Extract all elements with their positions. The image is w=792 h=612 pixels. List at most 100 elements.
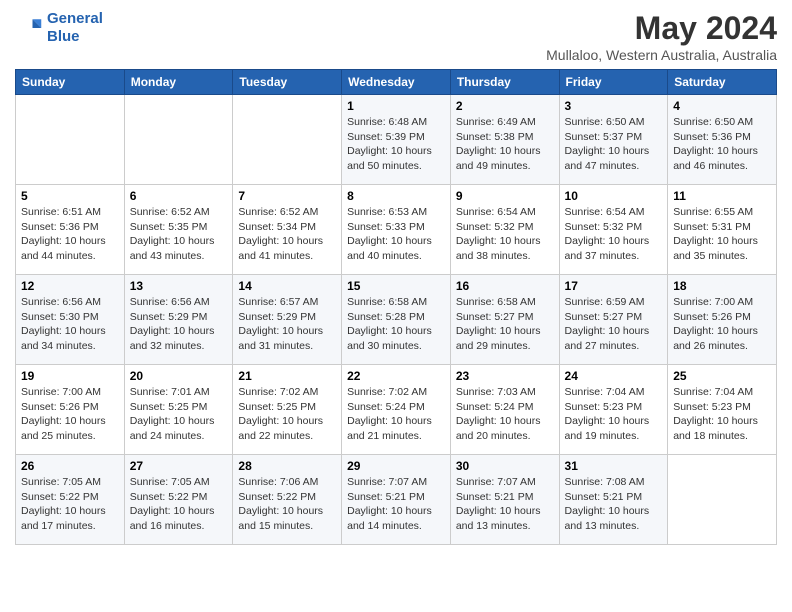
day-info: Sunrise: 7:00 AMSunset: 5:26 PMDaylight:…: [21, 385, 119, 444]
day-number: 8: [347, 189, 445, 203]
calendar-day-cell: 24 Sunrise: 7:04 AMSunset: 5:23 PMDayligh…: [559, 365, 668, 455]
day-number: 13: [130, 279, 228, 293]
logo: General Blue: [15, 10, 103, 46]
logo-icon: [15, 14, 43, 42]
day-info: Sunrise: 7:05 AMSunset: 5:22 PMDaylight:…: [21, 475, 119, 534]
day-number: 7: [238, 189, 336, 203]
calendar-day-cell: 15 Sunrise: 6:58 AMSunset: 5:28 PMDayligh…: [342, 275, 451, 365]
day-number: 3: [565, 99, 663, 113]
calendar-day-cell: 12 Sunrise: 6:56 AMSunset: 5:30 PMDayligh…: [16, 275, 125, 365]
calendar-day-cell: 14 Sunrise: 6:57 AMSunset: 5:29 PMDayligh…: [233, 275, 342, 365]
calendar-day-cell: 18 Sunrise: 7:00 AMSunset: 5:26 PMDayligh…: [668, 275, 777, 365]
calendar-day-cell: 29Sunrise: 7:07 AMSunset: 5:21 PMDayligh…: [342, 455, 451, 545]
day-info: Sunrise: 7:04 AMSunset: 5:23 PMDaylight:…: [565, 385, 663, 444]
day-info: Sunrise: 6:50 AMSunset: 5:36 PMDaylight:…: [673, 115, 771, 174]
calendar-day-cell: 5 Sunrise: 6:51 AMSunset: 5:36 PMDaylight…: [16, 185, 125, 275]
day-number: 27: [130, 459, 228, 473]
calendar-week-row: 26Sunrise: 7:05 AMSunset: 5:22 PMDayligh…: [16, 455, 777, 545]
calendar-day-cell: 19 Sunrise: 7:00 AMSunset: 5:26 PMDayligh…: [16, 365, 125, 455]
calendar-week-row: 12 Sunrise: 6:56 AMSunset: 5:30 PMDayligh…: [16, 275, 777, 365]
calendar-day-cell: 4 Sunrise: 6:50 AMSunset: 5:36 PMDaylight…: [668, 95, 777, 185]
day-of-week-header: Tuesday: [233, 70, 342, 95]
calendar-day-cell: 16 Sunrise: 6:58 AMSunset: 5:27 PMDayligh…: [450, 275, 559, 365]
day-number: 4: [673, 99, 771, 113]
day-info: Sunrise: 7:07 AMSunset: 5:21 PMDaylight:…: [347, 475, 445, 534]
day-info: Sunrise: 6:58 AMSunset: 5:28 PMDaylight:…: [347, 295, 445, 354]
day-number: 11: [673, 189, 771, 203]
day-number: 1: [347, 99, 445, 113]
day-info: Sunrise: 6:54 AMSunset: 5:32 PMDaylight:…: [565, 205, 663, 264]
calendar-day-cell: 9Sunrise: 6:54 AMSunset: 5:32 PMDaylight…: [450, 185, 559, 275]
day-number: 20: [130, 369, 228, 383]
day-info: Sunrise: 7:00 AMSunset: 5:26 PMDaylight:…: [673, 295, 771, 354]
day-number: 21: [238, 369, 336, 383]
calendar-day-cell: 2Sunrise: 6:49 AMSunset: 5:38 PMDaylight…: [450, 95, 559, 185]
day-of-week-header: Friday: [559, 70, 668, 95]
day-number: 14: [238, 279, 336, 293]
day-info: Sunrise: 7:03 AMSunset: 5:24 PMDaylight:…: [456, 385, 554, 444]
day-of-week-header: Saturday: [668, 70, 777, 95]
day-info: Sunrise: 6:56 AMSunset: 5:29 PMDaylight:…: [130, 295, 228, 354]
day-info: Sunrise: 6:55 AMSunset: 5:31 PMDaylight:…: [673, 205, 771, 264]
calendar-day-cell: 10 Sunrise: 6:54 AMSunset: 5:32 PMDayligh…: [559, 185, 668, 275]
day-info: Sunrise: 7:05 AMSunset: 5:22 PMDaylight:…: [130, 475, 228, 534]
calendar-day-cell: 23 Sunrise: 7:03 AMSunset: 5:24 PMDayligh…: [450, 365, 559, 455]
day-number: 22: [347, 369, 445, 383]
page-header: General Blue May 2024 Mullaloo, Western …: [15, 10, 777, 63]
calendar-day-cell: 6 Sunrise: 6:52 AMSunset: 5:35 PMDaylight…: [124, 185, 233, 275]
calendar-week-row: 5 Sunrise: 6:51 AMSunset: 5:36 PMDaylight…: [16, 185, 777, 275]
day-info: Sunrise: 6:50 AMSunset: 5:37 PMDaylight:…: [565, 115, 663, 174]
day-info: Sunrise: 6:58 AMSunset: 5:27 PMDaylight:…: [456, 295, 554, 354]
day-info: Sunrise: 7:02 AMSunset: 5:25 PMDaylight:…: [238, 385, 336, 444]
day-info: Sunrise: 7:06 AMSunset: 5:22 PMDaylight:…: [238, 475, 336, 534]
location: Mullaloo, Western Australia, Australia: [546, 47, 777, 63]
day-of-week-header: Thursday: [450, 70, 559, 95]
day-info: Sunrise: 6:53 AMSunset: 5:33 PMDaylight:…: [347, 205, 445, 264]
day-of-week-header: Wednesday: [342, 70, 451, 95]
day-of-week-header: Sunday: [16, 70, 125, 95]
day-info: Sunrise: 6:48 AMSunset: 5:39 PMDaylight:…: [347, 115, 445, 174]
day-info: Sunrise: 6:59 AMSunset: 5:27 PMDaylight:…: [565, 295, 663, 354]
day-number: 16: [456, 279, 554, 293]
day-info: Sunrise: 6:52 AMSunset: 5:35 PMDaylight:…: [130, 205, 228, 264]
day-info: Sunrise: 6:56 AMSunset: 5:30 PMDaylight:…: [21, 295, 119, 354]
calendar-day-cell: 17Sunrise: 6:59 AMSunset: 5:27 PMDayligh…: [559, 275, 668, 365]
day-number: 23: [456, 369, 554, 383]
day-number: 5: [21, 189, 119, 203]
calendar-day-cell: 21 Sunrise: 7:02 AMSunset: 5:25 PMDayligh…: [233, 365, 342, 455]
day-number: 6: [130, 189, 228, 203]
day-number: 18: [673, 279, 771, 293]
day-number: 15: [347, 279, 445, 293]
day-number: 10: [565, 189, 663, 203]
calendar-day-cell: 1 Sunrise: 6:48 AMSunset: 5:39 PMDaylight…: [342, 95, 451, 185]
day-info: Sunrise: 7:01 AMSunset: 5:25 PMDaylight:…: [130, 385, 228, 444]
calendar-day-cell: 27 Sunrise: 7:05 AMSunset: 5:22 PMDayligh…: [124, 455, 233, 545]
day-info: Sunrise: 7:02 AMSunset: 5:24 PMDaylight:…: [347, 385, 445, 444]
calendar-day-cell: 13 Sunrise: 6:56 AMSunset: 5:29 PMDayligh…: [124, 275, 233, 365]
day-info: Sunrise: 7:08 AMSunset: 5:21 PMDaylight:…: [565, 475, 663, 534]
day-number: 12: [21, 279, 119, 293]
calendar-day-cell: 31Sunrise: 7:08 AMSunset: 5:21 PMDayligh…: [559, 455, 668, 545]
calendar-day-cell: 20 Sunrise: 7:01 AMSunset: 5:25 PMDayligh…: [124, 365, 233, 455]
calendar-day-cell: [16, 95, 125, 185]
calendar-header: SundayMondayTuesdayWednesdayThursdayFrid…: [16, 70, 777, 95]
day-number: 2: [456, 99, 554, 113]
day-number: 24: [565, 369, 663, 383]
calendar-week-row: 1 Sunrise: 6:48 AMSunset: 5:39 PMDaylight…: [16, 95, 777, 185]
calendar-day-cell: 7 Sunrise: 6:52 AMSunset: 5:34 PMDaylight…: [233, 185, 342, 275]
day-of-week-header: Monday: [124, 70, 233, 95]
day-info: Sunrise: 7:07 AMSunset: 5:21 PMDaylight:…: [456, 475, 554, 534]
calendar-day-cell: 3 Sunrise: 6:50 AMSunset: 5:37 PMDaylight…: [559, 95, 668, 185]
calendar-week-row: 19 Sunrise: 7:00 AMSunset: 5:26 PMDayligh…: [16, 365, 777, 455]
day-number: 19: [21, 369, 119, 383]
day-info: Sunrise: 6:54 AMSunset: 5:32 PMDaylight:…: [456, 205, 554, 264]
day-number: 30: [456, 459, 554, 473]
month-title: May 2024: [546, 10, 777, 47]
calendar-day-cell: 30 Sunrise: 7:07 AMSunset: 5:21 PMDayligh…: [450, 455, 559, 545]
calendar-table: SundayMondayTuesdayWednesdayThursdayFrid…: [15, 69, 777, 545]
day-info: Sunrise: 6:57 AMSunset: 5:29 PMDaylight:…: [238, 295, 336, 354]
calendar-day-cell: 8 Sunrise: 6:53 AMSunset: 5:33 PMDaylight…: [342, 185, 451, 275]
calendar-day-cell: 11 Sunrise: 6:55 AMSunset: 5:31 PMDayligh…: [668, 185, 777, 275]
day-info: Sunrise: 6:51 AMSunset: 5:36 PMDaylight:…: [21, 205, 119, 264]
day-info: Sunrise: 6:52 AMSunset: 5:34 PMDaylight:…: [238, 205, 336, 264]
